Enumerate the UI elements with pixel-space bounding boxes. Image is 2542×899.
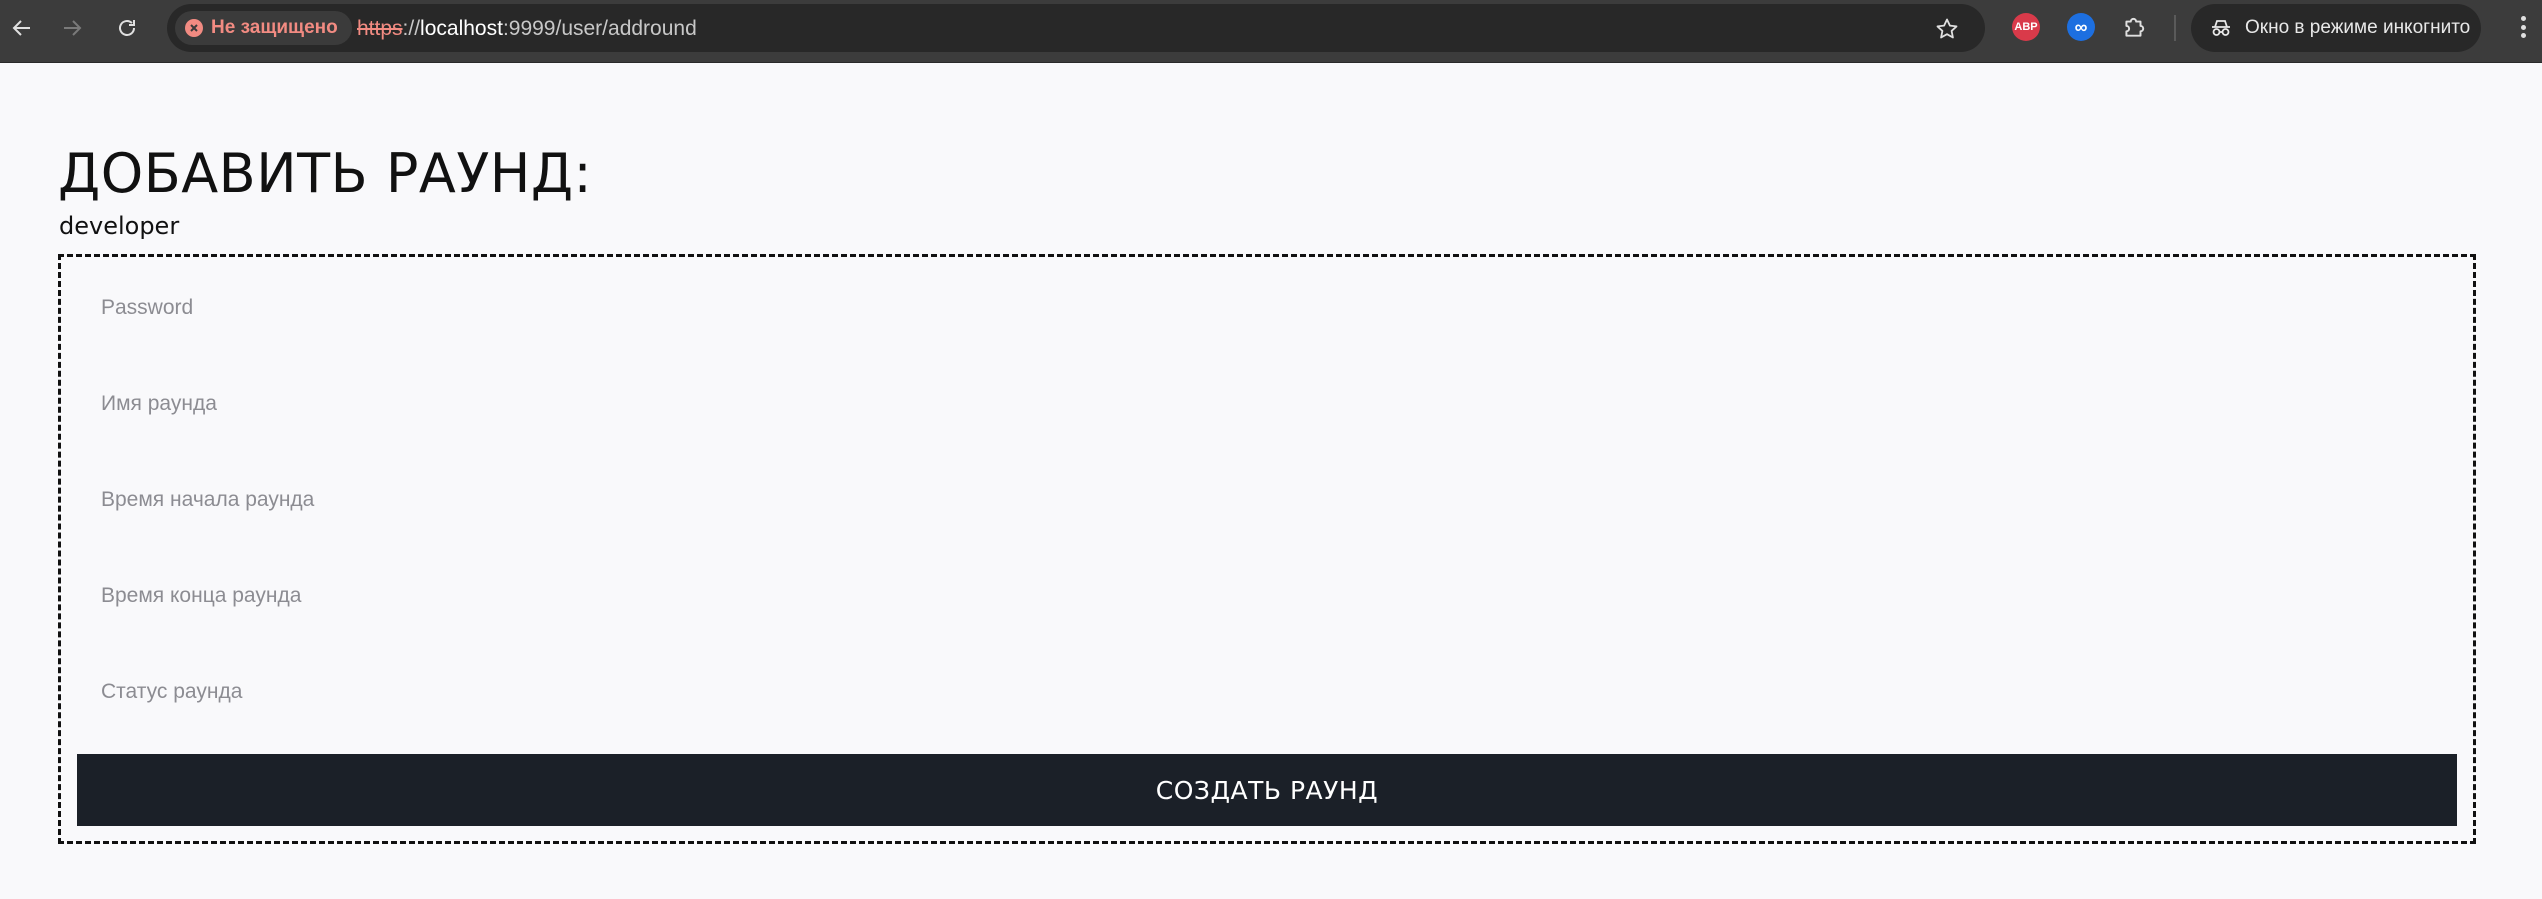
round-name-input[interactable] (101, 374, 2431, 434)
menu-dot-icon (2520, 16, 2526, 21)
add-round-form: СОЗДАТЬ РАУНД (58, 254, 2476, 844)
page-title: ДОБАВИТЬ РАУНД: (58, 142, 593, 205)
menu-dot-icon (2520, 24, 2526, 30)
adblock-icon: ABP (2014, 21, 2038, 33)
reload-button[interactable] (107, 8, 147, 48)
menu-dot-icon (2520, 33, 2526, 38)
url-host: localhost (420, 17, 503, 40)
browser-toolbar: Не защищено https://localhost:9999/user/… (0, 0, 2542, 63)
security-indicator[interactable]: Не защищено (175, 11, 352, 45)
url-separator: :// (402, 17, 421, 40)
incognito-indicator[interactable]: Окно в режиме инкогнито (2191, 4, 2481, 52)
round-start-time-input[interactable] (101, 470, 2431, 530)
infinity-icon: ∞ (2074, 16, 2088, 37)
password-input[interactable] (101, 278, 2431, 338)
create-round-button[interactable]: СОЗДАТЬ РАУНД (77, 754, 2457, 826)
infinity-extension-button[interactable]: ∞ (2067, 13, 2095, 41)
star-icon (1936, 18, 1958, 39)
forward-button[interactable] (52, 8, 92, 48)
address-bar[interactable]: Не защищено https://localhost:9999/user/… (167, 4, 1985, 52)
incognito-icon (2212, 20, 2230, 36)
round-end-time-input[interactable] (101, 566, 2431, 626)
arrow-right-icon (64, 20, 82, 36)
reload-icon (119, 20, 135, 36)
adblock-extension-button[interactable]: ABP (2012, 13, 2040, 41)
toolbar-divider (2174, 15, 2176, 41)
url-text[interactable]: https://localhost:9999/user/addround (357, 17, 697, 41)
url-scheme: https (357, 17, 403, 40)
security-label: Не защищено (211, 17, 338, 38)
puzzle-icon (2125, 17, 2145, 37)
round-status-input[interactable] (101, 662, 2431, 722)
incognito-label: Окно в режиме инкогнито (2245, 17, 2471, 38)
username-label: developer (59, 212, 180, 240)
back-button[interactable] (2, 8, 42, 48)
warning-icon (185, 19, 203, 37)
browser-menu-button[interactable] (2515, 12, 2531, 42)
url-path: :9999/user/addround (502, 17, 697, 40)
arrow-left-icon (12, 20, 30, 36)
extensions-button[interactable] (2119, 12, 2149, 42)
bookmark-star-button[interactable] (1932, 14, 1962, 44)
